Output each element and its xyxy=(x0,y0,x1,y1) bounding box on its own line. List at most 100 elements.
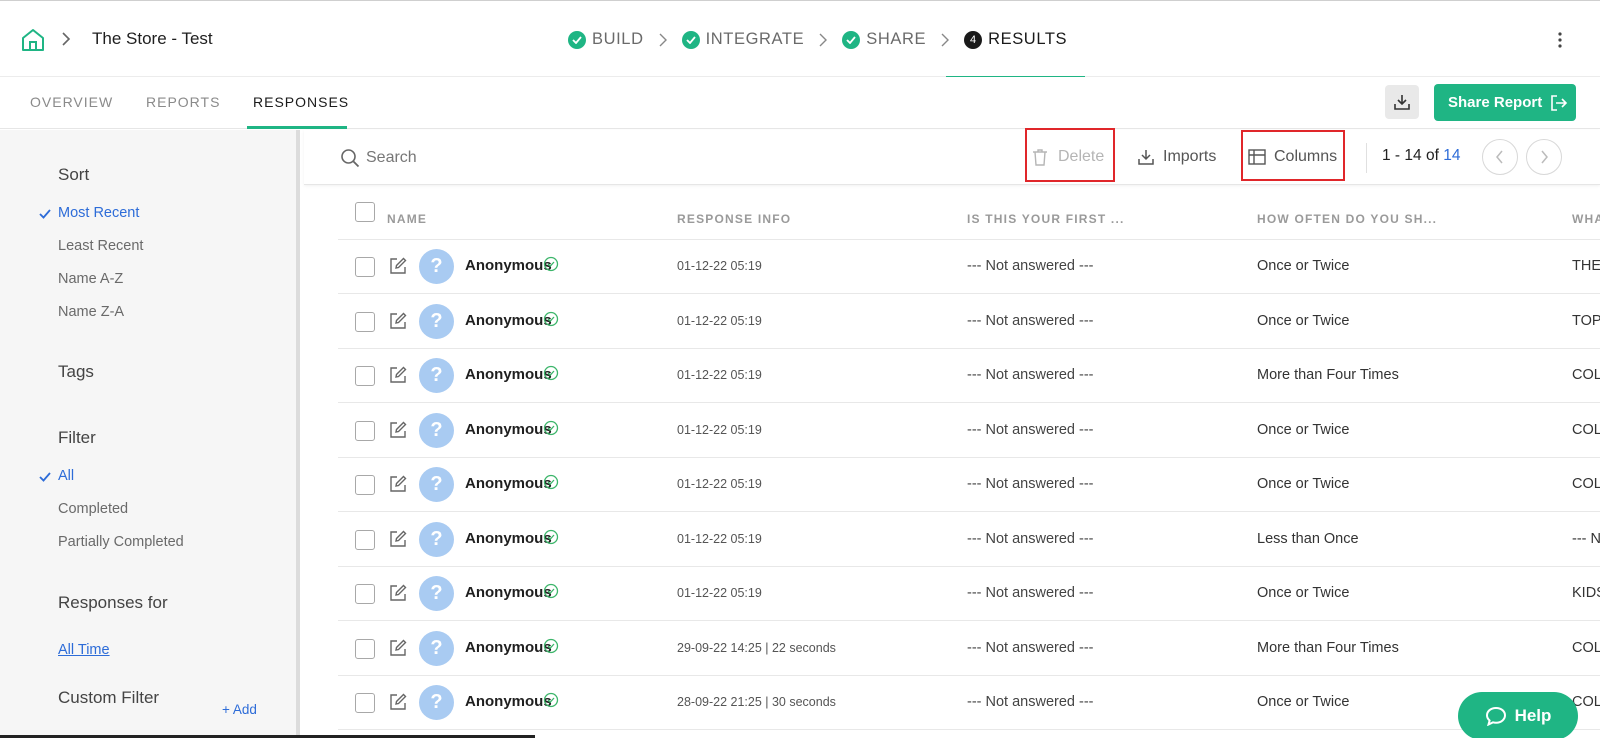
select-all-checkbox[interactable] xyxy=(355,202,375,222)
search-input[interactable] xyxy=(366,144,666,172)
filter-partially-completed[interactable]: Partially Completed xyxy=(58,534,184,550)
column-header-name[interactable]: NAME xyxy=(387,212,427,226)
help-button[interactable]: Help xyxy=(1458,692,1578,738)
column-header-first-visit[interactable]: IS THIS YOUR FIRST ... xyxy=(967,212,1125,226)
how-often-cell: Once or Twice xyxy=(1257,694,1350,710)
step-results[interactable]: 4 RESULTS xyxy=(946,1,1086,79)
response-info-cell: 01-12-22 05:19 xyxy=(677,532,762,546)
first-visit-cell: --- Not answered --- xyxy=(967,640,1094,656)
respondent-name[interactable]: Anonymous xyxy=(465,584,552,601)
time-range-link[interactable]: All Time xyxy=(58,642,110,658)
sort-least-recent[interactable]: Least Recent xyxy=(58,238,143,254)
row-checkbox[interactable] xyxy=(355,639,375,659)
more-options-icon[interactable] xyxy=(1556,31,1564,49)
avatar: ? xyxy=(419,576,454,611)
imports-button[interactable]: Imports xyxy=(1137,130,1216,184)
edit-icon[interactable] xyxy=(388,638,408,658)
edit-icon[interactable] xyxy=(388,474,408,494)
edit-icon[interactable] xyxy=(388,311,408,331)
row-checkbox[interactable] xyxy=(355,475,375,495)
edit-icon[interactable] xyxy=(388,365,408,385)
chevron-left-icon xyxy=(1496,150,1503,164)
delete-button[interactable]: Delete xyxy=(1032,130,1104,184)
table-row[interactable]: ? Anonymous 01-12-22 05:19 --- Not answered… xyxy=(338,295,1600,349)
row-checkbox[interactable] xyxy=(355,693,375,713)
sort-heading: Sort xyxy=(58,165,90,184)
table-row[interactable]: ? Anonymous 01-12-22 05:19 --- Not answered… xyxy=(338,567,1600,621)
edit-icon[interactable] xyxy=(388,692,408,712)
step-build[interactable]: BUILD xyxy=(568,1,644,78)
what-cell: COLL xyxy=(1572,640,1600,656)
share-report-button[interactable]: Share Report xyxy=(1434,84,1576,121)
first-visit-cell: --- Not answered --- xyxy=(967,585,1094,601)
respondent-name[interactable]: Anonymous xyxy=(465,639,552,656)
sub-navigation: OVERVIEW REPORTS RESPONSES Share Report xyxy=(0,77,1600,129)
tab-overview[interactable]: OVERVIEW xyxy=(30,94,113,110)
filter-all[interactable]: All xyxy=(58,468,74,484)
home-icon[interactable] xyxy=(20,27,46,53)
sort-name-a-z[interactable]: Name A-Z xyxy=(58,271,123,287)
sort-most-recent[interactable]: Most Recent xyxy=(58,205,139,221)
tab-responses[interactable]: RESPONSES xyxy=(253,94,349,110)
pager-divider xyxy=(1366,143,1367,173)
table-row[interactable]: ? Anonymous 01-12-22 05:19 --- Not answered… xyxy=(338,349,1600,403)
imports-label: Imports xyxy=(1163,148,1217,165)
column-header-what[interactable]: WHA xyxy=(1572,212,1600,226)
row-checkbox[interactable] xyxy=(355,312,375,332)
columns-label: Columns xyxy=(1274,148,1338,165)
columns-icon xyxy=(1248,149,1266,165)
what-cell: COLL xyxy=(1572,476,1600,492)
sort-name-z-a[interactable]: Name Z-A xyxy=(58,304,124,320)
column-header-clip: WHA xyxy=(1572,206,1600,236)
pagination-summary: 1 - 14 of 14 xyxy=(1382,147,1460,165)
edit-icon[interactable] xyxy=(388,583,408,603)
wizard-steps: BUILD INTEGRATE SHARE 4 RESULTS xyxy=(568,1,1086,79)
respondent-name[interactable]: Anonymous xyxy=(465,693,552,710)
column-header-response-info[interactable]: RESPONSE INFO xyxy=(677,212,791,226)
respondent-name[interactable]: Anonymous xyxy=(465,257,552,274)
tab-reports[interactable]: REPORTS xyxy=(146,94,220,110)
store-title[interactable]: The Store - Test xyxy=(92,29,213,49)
completed-check-icon xyxy=(543,365,559,381)
first-visit-cell: --- Not answered --- xyxy=(967,313,1094,329)
avatar: ? xyxy=(419,413,454,448)
download-button[interactable] xyxy=(1385,85,1419,119)
table-row[interactable]: ? Anonymous 01-12-22 05:19 --- Not answered… xyxy=(338,404,1600,458)
previous-page-button[interactable] xyxy=(1482,139,1518,175)
column-header-how-often[interactable]: HOW OFTEN DO YOU SH... xyxy=(1257,212,1437,226)
first-visit-cell: --- Not answered --- xyxy=(967,476,1094,492)
what-cell: --- No xyxy=(1572,531,1600,547)
respondent-name[interactable]: Anonymous xyxy=(465,366,552,383)
step-integrate[interactable]: INTEGRATE xyxy=(681,1,805,78)
edit-icon[interactable] xyxy=(388,256,408,276)
edit-icon[interactable] xyxy=(388,420,408,440)
row-checkbox[interactable] xyxy=(355,257,375,277)
next-page-button[interactable] xyxy=(1526,139,1562,175)
respondent-name[interactable]: Anonymous xyxy=(465,312,552,329)
download-icon xyxy=(1394,95,1410,110)
table-row[interactable]: ? Anonymous 29-09-22 14:25 | 22 seconds ---… xyxy=(338,622,1600,676)
respondent-name[interactable]: Anonymous xyxy=(465,475,552,492)
what-cell-clip: COLL xyxy=(1572,349,1600,403)
tags-heading[interactable]: Tags xyxy=(58,362,94,382)
table-row[interactable]: ? Anonymous 01-12-22 05:19 --- Not answered… xyxy=(338,513,1600,567)
step-share[interactable]: SHARE xyxy=(842,1,926,78)
table-row[interactable]: ? Anonymous 01-12-22 05:19 --- Not answered… xyxy=(338,458,1600,512)
edit-icon[interactable] xyxy=(388,529,408,549)
respondent-name[interactable]: Anonymous xyxy=(465,530,552,547)
row-checkbox[interactable] xyxy=(355,530,375,550)
table-row[interactable]: ? Anonymous 28-09-22 21:25 | 30 seconds ---… xyxy=(338,676,1600,730)
row-checkbox[interactable] xyxy=(355,421,375,441)
row-checkbox[interactable] xyxy=(355,366,375,386)
what-cell-clip: COLL xyxy=(1572,622,1600,676)
table-row[interactable]: ? Anonymous 01-12-22 05:19 --- Not answered… xyxy=(338,240,1600,294)
response-info-cell: 01-12-22 05:19 xyxy=(677,314,762,328)
avatar: ? xyxy=(419,522,454,557)
delete-label: Delete xyxy=(1058,148,1105,165)
row-checkbox[interactable] xyxy=(355,584,375,604)
respondent-name[interactable]: Anonymous xyxy=(465,421,552,438)
filter-completed[interactable]: Completed xyxy=(58,501,128,517)
columns-button[interactable]: Columns xyxy=(1248,130,1337,184)
add-custom-filter-button[interactable]: + Add xyxy=(222,702,257,717)
check-icon xyxy=(842,30,861,49)
